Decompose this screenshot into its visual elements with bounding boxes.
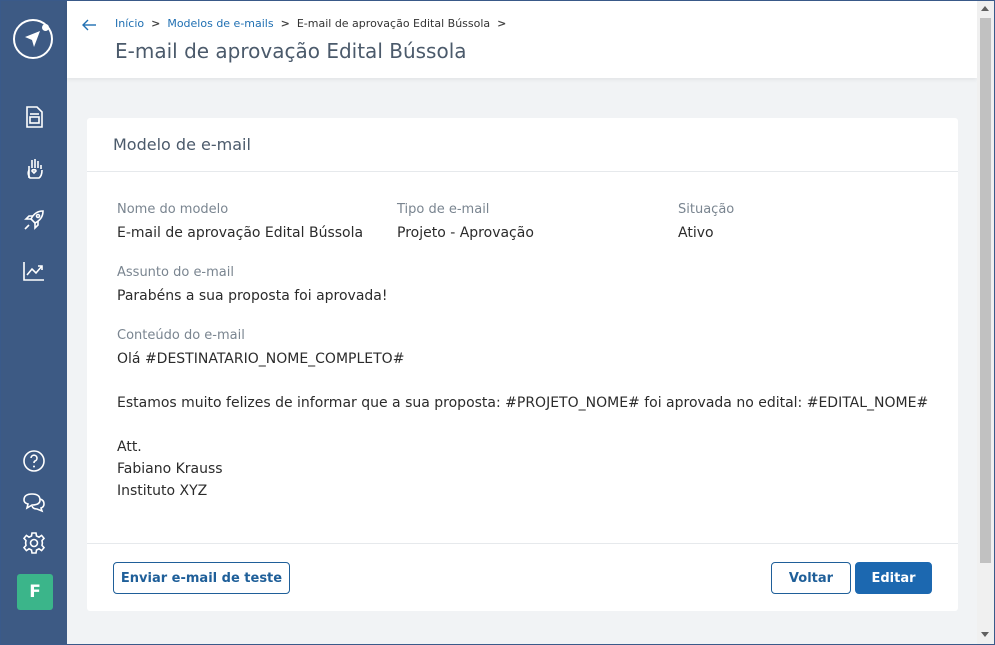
- document-icon[interactable]: [21, 104, 47, 130]
- content-line: Estamos muito felizes de informar que a …: [117, 395, 929, 411]
- page-title: E-mail de aprovação Edital Bússola: [115, 39, 467, 63]
- sidebar: F: [1, 1, 67, 644]
- settings-icon[interactable]: [21, 530, 47, 556]
- card-divider: [87, 171, 958, 172]
- breadcrumb-separator: >: [280, 17, 290, 30]
- help-icon[interactable]: [21, 448, 47, 474]
- email-template-card: Modelo de e-mail Nome do modelo E-mail d…: [87, 118, 958, 611]
- breadcrumb-home[interactable]: Início: [115, 17, 144, 30]
- chat-icon[interactable]: [21, 489, 47, 515]
- card-title: Modelo de e-mail: [113, 135, 251, 154]
- breadcrumb-separator: >: [497, 17, 507, 30]
- content-line: Att.: [117, 439, 142, 455]
- email-type-label: Tipo de e-mail: [397, 202, 490, 217]
- send-test-email-button[interactable]: Enviar e-mail de teste: [113, 562, 290, 594]
- scroll-down-icon[interactable]: [981, 632, 989, 637]
- subject-label: Assunto do e-mail: [117, 265, 234, 280]
- chart-icon[interactable]: [21, 258, 47, 284]
- scroll-thumb[interactable]: [980, 18, 991, 563]
- template-name-label: Nome do modelo: [117, 202, 229, 217]
- user-avatar[interactable]: F: [17, 574, 53, 610]
- content-label: Conteúdo do e-mail: [117, 328, 245, 343]
- navigation-arrow-icon: [25, 31, 40, 47]
- status-value: Ativo: [678, 225, 714, 241]
- card-footer-divider: [87, 543, 958, 544]
- breadcrumb-separator: >: [151, 17, 161, 30]
- back-arrow-icon[interactable]: [81, 17, 97, 33]
- logo-dot: [42, 24, 49, 31]
- breadcrumb-templates[interactable]: Modelos de e-mails: [167, 17, 273, 30]
- template-name-value: E-mail de aprovação Edital Bússola: [117, 225, 364, 241]
- email-type-value: Projeto - Aprovação: [397, 225, 534, 241]
- app-logo[interactable]: [13, 19, 53, 59]
- content-line: Instituto XYZ: [117, 483, 208, 499]
- content-line: Olá #DESTINATARIO_NOME_COMPLETO#: [117, 351, 405, 367]
- breadcrumb-current: E-mail de aprovação Edital Bússola: [296, 17, 491, 30]
- scroll-up-icon[interactable]: [981, 6, 989, 11]
- page-header: Início > Modelos de e-mails > E-mail de …: [67, 1, 977, 78]
- breadcrumb: Início > Modelos de e-mails > E-mail de …: [115, 17, 513, 30]
- subject-value: Parabéns a sua proposta foi aprovada!: [117, 288, 388, 304]
- hand-heart-icon[interactable]: [21, 156, 47, 182]
- edit-button[interactable]: Editar: [855, 562, 932, 594]
- rocket-icon[interactable]: [21, 207, 47, 233]
- content-line: Fabiano Krauss: [117, 461, 223, 477]
- page-scrollbar[interactable]: [977, 1, 994, 644]
- status-label: Situação: [678, 202, 735, 217]
- back-button[interactable]: Voltar: [771, 562, 851, 594]
